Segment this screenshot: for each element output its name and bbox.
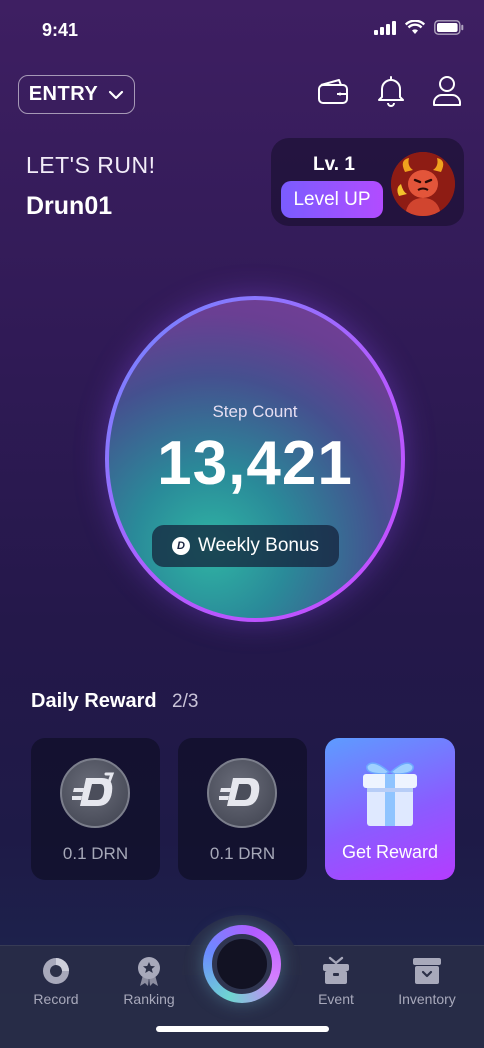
nav-ranking[interactable]: Ranking — [109, 955, 189, 1007]
daily-reward-progress: 2/3 — [172, 691, 199, 712]
drn-coin-icon — [207, 758, 277, 828]
entry-label: ENTRY — [28, 83, 99, 105]
event-icon — [296, 955, 376, 987]
username: Drun01 — [26, 192, 113, 220]
entry-dropdown[interactable]: ENTRY — [18, 75, 135, 114]
wallet-button[interactable] — [316, 76, 350, 110]
drn-coin-icon: D — [171, 537, 190, 555]
step-count-label: Step Count — [212, 402, 298, 421]
gift-icon — [359, 756, 421, 833]
get-reward-button[interactable]: Get Reward — [325, 738, 455, 880]
reward-amount: 0.1 DRN — [62, 844, 129, 863]
record-icon — [16, 955, 96, 987]
nav-record[interactable]: Record — [16, 955, 96, 1007]
nav-inventory-label: Inventory — [398, 991, 456, 1007]
chevron-down-icon — [108, 83, 124, 106]
level-up-button[interactable]: Level UP — [281, 181, 383, 218]
home-indicator[interactable] — [156, 1026, 329, 1032]
step-count-dial: Step Count 13,421 D Weekly Bonus — [105, 296, 405, 622]
greeting-headline: LET'S RUN! — [26, 152, 156, 178]
user-icon — [432, 75, 462, 112]
inventory-icon — [387, 955, 467, 987]
bell-icon — [377, 75, 405, 112]
start-run-button[interactable] — [203, 925, 281, 1003]
wifi-icon — [404, 19, 426, 40]
nav-record-label: Record — [33, 991, 79, 1007]
get-reward-label: Get Reward — [341, 842, 439, 862]
reward-card-2[interactable]: 0.1 DRN — [178, 738, 307, 880]
nav-inventory[interactable]: Inventory — [387, 955, 467, 1007]
weekly-bonus-label: Weekly Bonus — [197, 535, 320, 556]
battery-icon — [434, 20, 464, 40]
level-label: Lv. 1 — [313, 154, 355, 175]
notifications-button[interactable] — [374, 75, 408, 112]
status-icons — [374, 19, 464, 40]
daily-reward-title: Daily Reward — [31, 690, 157, 712]
status-time: 9:41 — [42, 20, 79, 40]
signal-icon — [374, 20, 396, 40]
ranking-icon — [109, 955, 189, 987]
nav-event[interactable]: Event — [296, 955, 376, 1007]
profile-button[interactable] — [430, 75, 464, 112]
wallet-icon — [317, 77, 349, 110]
avatar[interactable] — [391, 152, 455, 216]
step-count-value: 13,421 — [157, 429, 353, 498]
nav-ranking-label: Ranking — [123, 991, 175, 1007]
reward-amount: 0.1 DRN — [209, 844, 276, 863]
weekly-bonus-button[interactable]: D Weekly Bonus — [152, 525, 339, 567]
nav-event-label: Event — [318, 991, 354, 1007]
start-run-ring — [212, 934, 272, 994]
drn-coin-icon — [60, 758, 130, 828]
reward-card-1[interactable]: 0.1 DRN — [31, 738, 160, 880]
